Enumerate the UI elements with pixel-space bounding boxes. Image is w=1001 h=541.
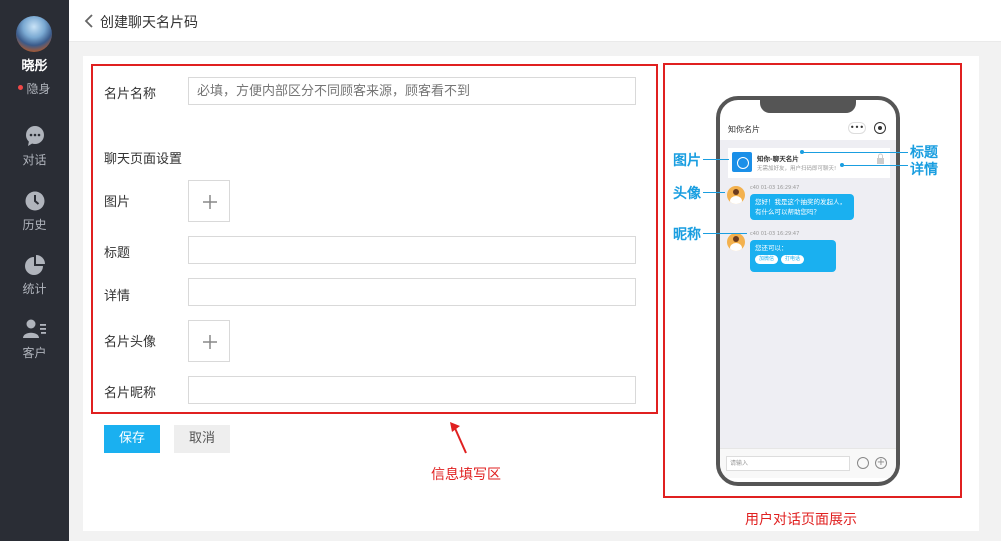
preview-app-title: 知你名片 bbox=[728, 125, 760, 134]
card-name-label: 名片名称 bbox=[104, 87, 157, 102]
callout-line bbox=[802, 152, 908, 153]
call-pill: 打电话 bbox=[781, 255, 805, 264]
callout-image: 图片 bbox=[673, 153, 701, 169]
callout-detail: 详情 bbox=[910, 162, 938, 178]
preview-msg-meta: c40 01-03 16:29:47 bbox=[750, 231, 800, 237]
customer-icon bbox=[22, 319, 46, 338]
preview-msg-avatar bbox=[727, 233, 745, 251]
preview-area-annotation: 用户对话页面展示 bbox=[745, 512, 857, 528]
callout-line bbox=[703, 233, 747, 234]
emoji-icon bbox=[857, 457, 869, 469]
callout-dot bbox=[840, 163, 844, 167]
plus-icon bbox=[203, 335, 217, 349]
preview-card-detail: 无需加好友，用户扫码即可聊天! bbox=[757, 166, 837, 172]
sidebar-item-chat[interactable]: 对话 bbox=[0, 125, 69, 168]
avatar[interactable] bbox=[16, 16, 52, 52]
save-button[interactable]: 保存 bbox=[104, 425, 160, 453]
detail-input[interactable] bbox=[188, 278, 636, 306]
clock-icon bbox=[25, 191, 44, 211]
preview-msg-bubble: 您还可以： 加微信 打电话 bbox=[750, 240, 836, 272]
page-title: 创建聊天名片码 bbox=[100, 15, 198, 31]
callout-avatar: 头像 bbox=[673, 186, 701, 202]
preview-input-bar: 请输入 + bbox=[720, 448, 896, 478]
avatar-label: 名片头像 bbox=[104, 335, 157, 350]
card-name-input[interactable] bbox=[188, 77, 636, 105]
detail-label: 详情 bbox=[104, 289, 131, 304]
section-title: 聊天页面设置 bbox=[104, 152, 183, 167]
preview-msg-bubble: 您好！我是这个抽奖的发起人，有什么可以帮助您吗？ bbox=[750, 194, 854, 220]
callout-nickname: 昵称 bbox=[673, 227, 701, 243]
header: 创建聊天名片码 bbox=[69, 0, 1001, 42]
callout-dot bbox=[800, 150, 804, 154]
sidebar-item-label: 对话 bbox=[22, 153, 47, 167]
preview-msg-meta: c40 01-03 16:29:47 bbox=[750, 185, 800, 191]
sidebar-item-customers[interactable]: 客户 bbox=[0, 318, 69, 361]
phone-notch bbox=[760, 100, 856, 113]
plus-icon bbox=[203, 195, 217, 209]
cancel-button[interactable]: 取消 bbox=[174, 425, 230, 453]
title-label: 标题 bbox=[104, 246, 131, 261]
annotation-arrow-icon bbox=[450, 422, 467, 454]
back-arrow-icon[interactable] bbox=[83, 13, 97, 29]
sidebar-item-history[interactable]: 历史 bbox=[0, 190, 69, 233]
pie-chart-icon bbox=[24, 255, 45, 275]
plus-circle-icon: + bbox=[875, 457, 887, 469]
user-name: 晓彤 bbox=[21, 59, 48, 74]
image-label: 图片 bbox=[104, 195, 131, 210]
phone-preview: 知你名片 ••• 知你-聊天名片 无需加好友，用户扫码即可聊天! c40 01-… bbox=[716, 96, 900, 486]
card-image-icon bbox=[732, 152, 752, 172]
callout-line bbox=[703, 159, 729, 160]
user-status[interactable]: 隐身 bbox=[0, 80, 69, 97]
preview-msg-avatar bbox=[727, 186, 745, 204]
preview-chat-body: 知你-聊天名片 无需加好友，用户扫码即可聊天! c40 01-03 16:29:… bbox=[720, 140, 896, 448]
sidebar-item-label: 客户 bbox=[22, 346, 47, 360]
status-dot bbox=[18, 85, 24, 90]
lock-icon bbox=[877, 153, 884, 164]
form-area-annotation: 信息填写区 bbox=[431, 467, 501, 483]
sidebar-item-label: 历史 bbox=[22, 218, 47, 232]
callout-line bbox=[842, 165, 908, 166]
callout-line bbox=[703, 192, 725, 193]
preview-msg-text: 您还可以： bbox=[755, 244, 788, 252]
preview-input: 请输入 bbox=[726, 456, 850, 471]
nickname-label: 名片昵称 bbox=[104, 386, 157, 401]
sidebar-item-label: 统计 bbox=[22, 282, 47, 296]
add-wechat-pill: 加微信 bbox=[755, 255, 779, 264]
title-input[interactable] bbox=[188, 236, 636, 264]
more-icon: ••• bbox=[848, 122, 866, 134]
chat-icon bbox=[25, 126, 44, 146]
sidebar-item-stats[interactable]: 统计 bbox=[0, 254, 69, 297]
avatar-upload-button[interactable] bbox=[188, 320, 230, 362]
nickname-input[interactable] bbox=[188, 376, 636, 404]
image-upload-button[interactable] bbox=[188, 180, 230, 222]
target-icon bbox=[874, 122, 886, 134]
user-status-label: 隐身 bbox=[26, 82, 51, 96]
preview-card-title: 知你-聊天名片 bbox=[757, 155, 799, 163]
sidebar: 晓彤 隐身 对话 历史 统计 客户 bbox=[0, 0, 69, 541]
